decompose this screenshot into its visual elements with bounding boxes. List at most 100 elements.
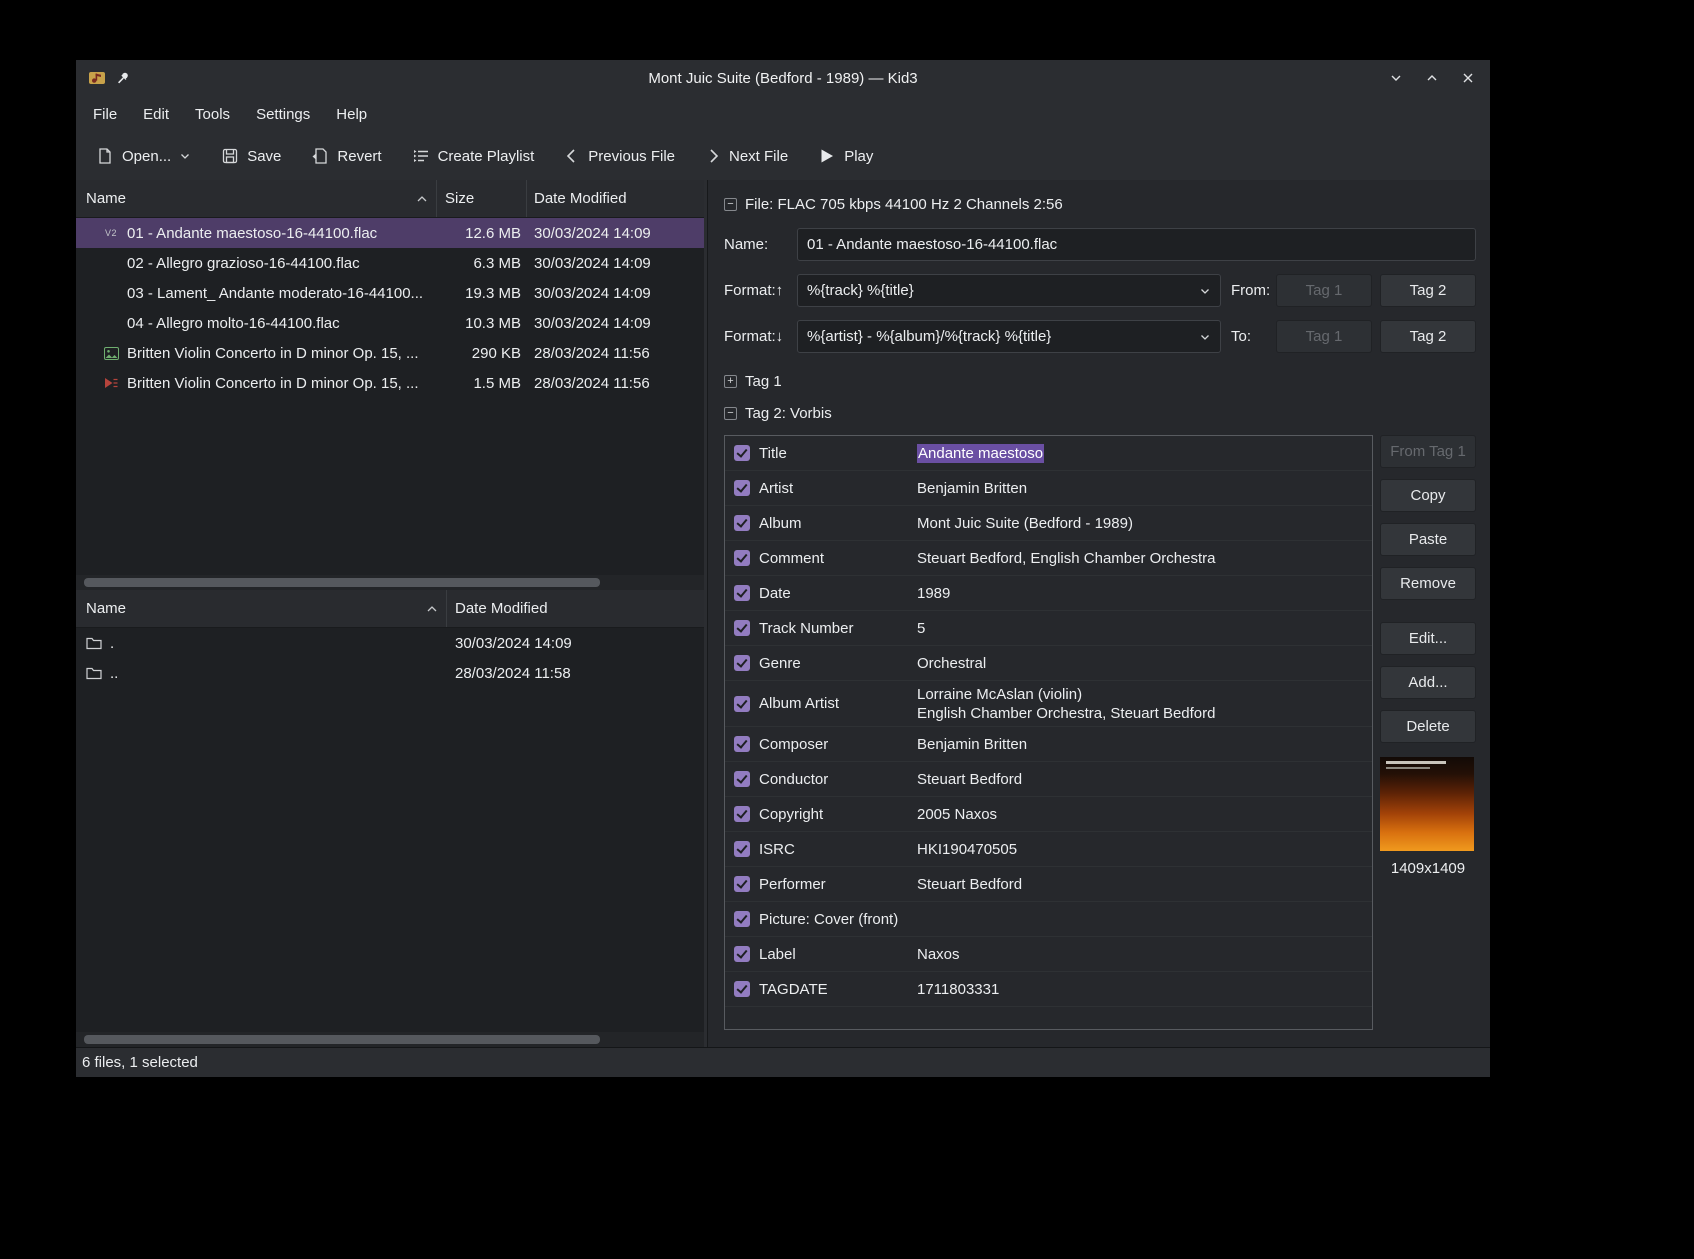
tag-row-performer[interactable]: Performer Steuart Bedford	[725, 867, 1372, 902]
app-icon	[88, 69, 106, 87]
menu-help[interactable]: Help	[323, 100, 380, 129]
from-tag1-button[interactable]: Tag 1	[1276, 274, 1372, 307]
file-row[interactable]: 03 - Lament_ Andante moderato-16-44100..…	[76, 278, 704, 308]
from-tag1-copy-button[interactable]: From Tag 1	[1380, 435, 1476, 468]
copy-button[interactable]: Copy	[1380, 479, 1476, 512]
collapse-icon[interactable]: −	[724, 198, 737, 211]
menubar: File Edit Tools Settings Help	[76, 96, 1490, 132]
playlist-file-icon	[103, 377, 119, 389]
file-column-name[interactable]: Name	[76, 180, 437, 217]
format-to-combobox[interactable]: %{artist} - %{album}/%{track} %{title}	[797, 320, 1221, 353]
menu-settings[interactable]: Settings	[243, 100, 323, 129]
titlebar[interactable]: Mont Juic Suite (Bedford - 1989) — Kid3	[76, 60, 1490, 96]
file-row[interactable]: Britten Violin Concerto in D minor Op. 1…	[76, 368, 704, 398]
file-column-date[interactable]: Date Modified	[527, 180, 704, 217]
tag-row-picture[interactable]: Picture: Cover (front)	[725, 902, 1372, 937]
scrollbar-thumb[interactable]	[84, 578, 600, 587]
tag-row-date[interactable]: Date 1989	[725, 576, 1372, 611]
tag-v2-indicator: V2	[105, 228, 117, 238]
album-art-thumbnail[interactable]	[1380, 757, 1474, 851]
checkbox-checked[interactable]	[734, 911, 750, 927]
file-row[interactable]: 02 - Allegro grazioso-16-44100.flac 6.3 …	[76, 248, 704, 278]
tag-row-title[interactable]: Title Andante maestoso	[725, 436, 1372, 471]
menu-tools[interactable]: Tools	[182, 100, 243, 129]
tag-row-genre[interactable]: Genre Orchestral	[725, 646, 1372, 681]
pin-icon[interactable]	[116, 71, 130, 85]
open-button[interactable]: Open...	[88, 140, 199, 172]
file-row[interactable]: V201 - Andante maestoso-16-44100.flac 12…	[76, 218, 704, 248]
play-button[interactable]: Play	[810, 140, 881, 172]
checkbox-checked[interactable]	[734, 445, 750, 461]
to-tag1-button[interactable]: Tag 1	[1276, 320, 1372, 353]
remove-button[interactable]: Remove	[1380, 567, 1476, 600]
collapse-icon[interactable]: −	[724, 407, 737, 420]
file-row[interactable]: 04 - Allegro molto-16-44100.flac 10.3 MB…	[76, 308, 704, 338]
tag-row-copyright[interactable]: Copyright 2005 Naxos	[725, 797, 1372, 832]
file-list-header: Name Size Date Modified	[76, 180, 704, 218]
create-playlist-button[interactable]: Create Playlist	[404, 140, 543, 172]
add-button[interactable]: Add...	[1380, 666, 1476, 699]
checkbox-checked[interactable]	[734, 771, 750, 787]
checkbox-checked[interactable]	[734, 620, 750, 636]
dir-column-name[interactable]: Name	[76, 590, 447, 627]
next-icon	[705, 148, 721, 164]
checkbox-checked[interactable]	[734, 480, 750, 496]
expand-icon[interactable]: +	[724, 375, 737, 388]
save-button[interactable]: Save	[213, 140, 289, 172]
dir-row[interactable]: .. 28/03/2024 11:58	[76, 658, 704, 688]
from-tag2-button[interactable]: Tag 2	[1380, 274, 1476, 307]
scrollbar-thumb[interactable]	[84, 1035, 600, 1044]
maximize-icon[interactable]	[1422, 68, 1442, 88]
format-from-combobox[interactable]: %{track} %{title}	[797, 274, 1221, 307]
tag-row-conductor[interactable]: Conductor Steuart Bedford	[725, 762, 1372, 797]
checkbox-checked[interactable]	[734, 515, 750, 531]
format-down-label: Format:↓	[724, 328, 797, 345]
tag-row-label[interactable]: Label Naxos	[725, 937, 1372, 972]
edit-button[interactable]: Edit...	[1380, 622, 1476, 655]
toolbar: Open... Save Revert Create Playlist	[76, 132, 1490, 180]
tag-row-album-artist[interactable]: Album Artist Lorraine McAslan (violin) E…	[725, 681, 1372, 727]
checkbox-checked[interactable]	[734, 655, 750, 671]
open-dropdown-icon[interactable]	[179, 150, 191, 162]
dir-column-date[interactable]: Date Modified	[447, 590, 704, 627]
tag-row-album[interactable]: Album Mont Juic Suite (Bedford - 1989)	[725, 506, 1372, 541]
delete-button[interactable]: Delete	[1380, 710, 1476, 743]
checkbox-checked[interactable]	[734, 981, 750, 997]
checkbox-checked[interactable]	[734, 876, 750, 892]
previous-file-button[interactable]: Previous File	[556, 141, 683, 172]
menu-file[interactable]: File	[80, 100, 130, 129]
shade-icon[interactable]	[1386, 68, 1406, 88]
tag-row-tagdate[interactable]: TAGDATE 1711803331	[725, 972, 1372, 1007]
filename-input[interactable]	[797, 228, 1476, 261]
tag2-section-header: − Tag 2: Vorbis	[724, 403, 1476, 423]
tag-row-artist[interactable]: Artist Benjamin Britten	[725, 471, 1372, 506]
tag-row-track-number[interactable]: Track Number 5	[725, 611, 1372, 646]
format-to-row: Format:↓ %{artist} - %{album}/%{track} %…	[724, 320, 1476, 353]
next-file-button[interactable]: Next File	[697, 141, 796, 172]
revert-button[interactable]: Revert	[303, 140, 389, 172]
close-icon[interactable]	[1458, 68, 1478, 88]
checkbox-checked[interactable]	[734, 841, 750, 857]
file-column-size[interactable]: Size	[437, 180, 527, 217]
checkbox-checked[interactable]	[734, 696, 750, 712]
tag-row-comment[interactable]: Comment Steuart Bedford, English Chamber…	[725, 541, 1372, 576]
dir-row[interactable]: . 30/03/2024 14:09	[76, 628, 704, 658]
file-list-hscrollbar[interactable]	[76, 575, 704, 590]
tag-row-isrc[interactable]: ISRC HKI190470505	[725, 832, 1372, 867]
checkbox-checked[interactable]	[734, 946, 750, 962]
menu-edit[interactable]: Edit	[130, 100, 182, 129]
selected-text[interactable]: Andante maestoso	[917, 444, 1044, 463]
checkbox-checked[interactable]	[734, 736, 750, 752]
tag-row-composer[interactable]: Composer Benjamin Britten	[725, 727, 1372, 762]
checkbox-checked[interactable]	[734, 550, 750, 566]
file-row[interactable]: Britten Violin Concerto in D minor Op. 1…	[76, 338, 704, 368]
image-file-icon	[103, 347, 119, 360]
name-label: Name:	[724, 236, 797, 253]
tag2-frame-table: Title Andante maestoso Artist Benjamin B…	[724, 435, 1373, 1030]
dir-list-hscrollbar[interactable]	[76, 1032, 704, 1047]
to-tag2-button[interactable]: Tag 2	[1380, 320, 1476, 353]
checkbox-checked[interactable]	[734, 585, 750, 601]
paste-button[interactable]: Paste	[1380, 523, 1476, 556]
chevron-down-icon	[1199, 331, 1211, 343]
checkbox-checked[interactable]	[734, 806, 750, 822]
